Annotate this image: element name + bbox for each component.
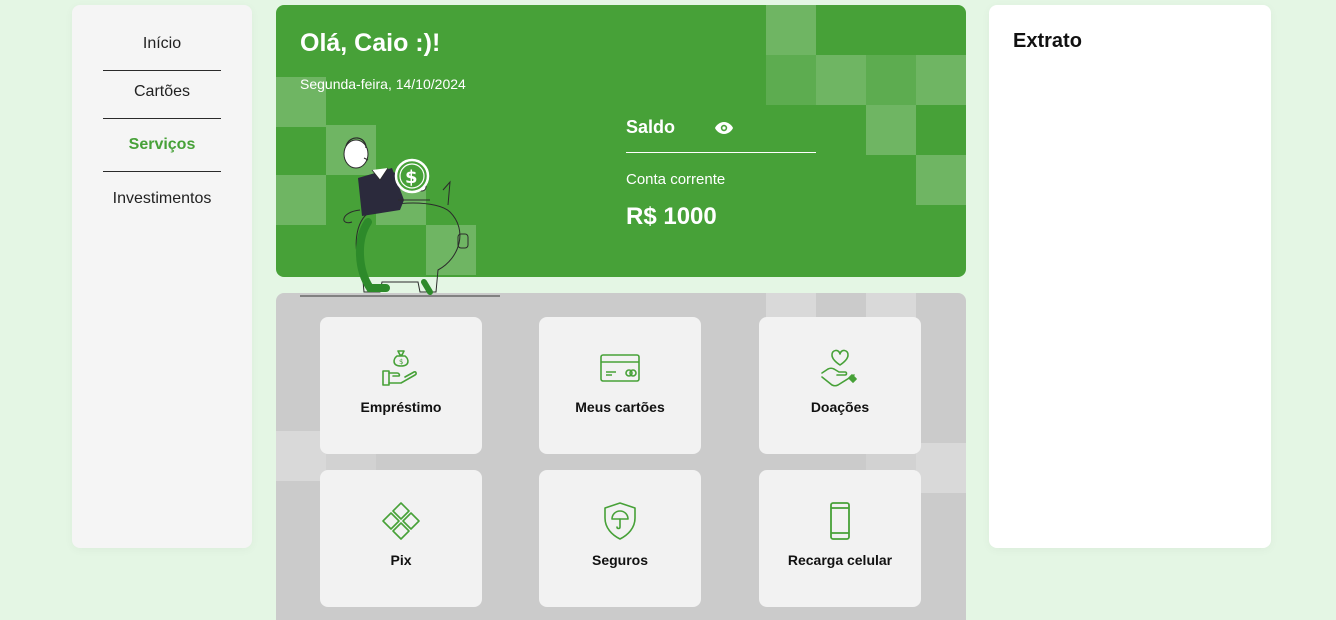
svg-text:$: $ <box>405 167 418 188</box>
decor-square <box>816 55 866 105</box>
service-label: Pix <box>390 552 412 568</box>
service-card-meus-cartoes[interactable]: Meus cartões <box>539 317 701 454</box>
service-label: Seguros <box>591 552 648 568</box>
balance-value: R$ 1000 <box>626 203 717 230</box>
sidebar-item-investimentos[interactable]: Investimentos <box>103 172 221 225</box>
sidebar-item-label: Investimentos <box>112 189 212 207</box>
sidebar-item-cartoes[interactable]: Cartões <box>103 66 221 119</box>
service-card-recarga-celular[interactable]: Recarga celular <box>759 470 921 607</box>
service-label: Recarga celular <box>787 552 893 568</box>
sidebar-item-label: Serviços <box>128 136 196 153</box>
sidebar-nav: Início Cartões Serviços Investimentos <box>72 5 252 548</box>
sidebar-item-label: Início <box>142 35 182 52</box>
service-card-doacoes[interactable]: Doações <box>759 317 921 454</box>
decor-square <box>276 431 326 481</box>
service-label: Doações <box>810 399 870 415</box>
eye-icon <box>715 122 733 134</box>
greeting-title: Olá, Caio :)! <box>300 29 441 57</box>
account-type: Conta corrente <box>626 171 726 188</box>
shield-umbrella-icon <box>599 500 641 542</box>
services-panel: $ Empréstimo Meus cartões Doações Pix Se… <box>276 293 966 620</box>
service-label: Meus cartões <box>575 399 665 415</box>
decor-square <box>916 155 966 205</box>
heart-hand-icon <box>819 347 861 389</box>
balance-label: Saldo <box>626 117 676 137</box>
svg-text:$: $ <box>399 358 403 366</box>
service-card-emprestimo[interactable]: $ Empréstimo <box>320 317 482 454</box>
money-bag-hand-icon: $ <box>380 347 422 389</box>
decor-square <box>916 443 966 493</box>
pix-icon <box>380 500 422 542</box>
statement-panel: Extrato <box>989 5 1271 548</box>
smartphone-icon <box>819 500 861 542</box>
decor-square <box>866 105 916 155</box>
decor-square <box>916 55 966 105</box>
balance-divider <box>626 152 816 153</box>
service-card-seguros[interactable]: Seguros <box>539 470 701 607</box>
piggy-bank-illustration: $ <box>300 137 500 297</box>
service-card-pix[interactable]: Pix <box>320 470 482 607</box>
decor-square <box>766 5 816 55</box>
decor-square <box>766 55 816 105</box>
toggle-balance-visibility-button[interactable] <box>713 117 735 139</box>
bank-dashboard: Início Cartões Serviços Investimentos Ol… <box>0 0 1336 620</box>
sidebar-item-label: Cartões <box>133 83 191 100</box>
decor-square <box>866 55 916 105</box>
current-date: Segunda-feira, 14/10/2024 <box>300 76 466 92</box>
statement-title: Extrato <box>1013 30 1082 52</box>
service-label: Empréstimo <box>360 399 442 415</box>
sidebar-item-servicos[interactable]: Serviços <box>103 119 221 172</box>
credit-card-icon <box>599 347 641 389</box>
sidebar-item-inicio[interactable]: Início <box>103 18 221 71</box>
